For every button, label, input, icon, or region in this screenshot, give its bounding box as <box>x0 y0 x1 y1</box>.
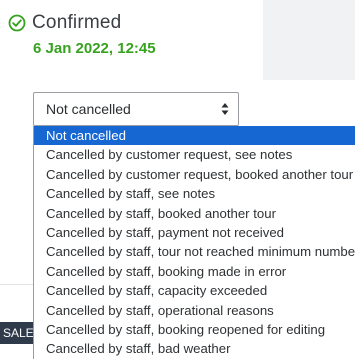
dropdown-option-not-cancelled[interactable]: Not cancelled <box>34 126 355 146</box>
dropdown-option[interactable]: Cancelled by staff, see notes <box>34 184 355 203</box>
dropdown-option[interactable]: Cancelled by customer request, see notes <box>34 145 355 164</box>
dropdown-option[interactable]: Cancelled by staff, booked another tour <box>34 204 355 223</box>
sale-badge: SALE <box>0 322 33 344</box>
dropdown-option[interactable]: Cancelled by staff, booking made in erro… <box>34 262 355 281</box>
status-datetime: 6 Jan 2022, 12:45 <box>33 40 156 57</box>
cancellation-select[interactable]: Not cancelled <box>33 92 239 126</box>
status-label: Confirmed <box>32 12 122 33</box>
dropdown-option[interactable]: Cancelled by customer request, booked an… <box>34 165 355 184</box>
cancellation-dropdown-list: Not cancelled Cancelled by customer requ… <box>33 126 355 359</box>
sort-arrows-icon <box>220 100 230 118</box>
dropdown-option[interactable]: Cancelled by staff, capacity exceeded <box>34 281 355 300</box>
booking-status: Confirmed <box>8 12 121 34</box>
dropdown-option[interactable]: Cancelled by staff, payment not received <box>34 223 355 242</box>
dropdown-option[interactable]: Cancelled by staff, operational reasons <box>34 301 355 320</box>
check-circle-icon <box>8 14 26 32</box>
header-side-panel <box>263 0 355 80</box>
cancellation-select-value: Not cancelled <box>46 101 131 117</box>
dropdown-option[interactable]: Cancelled by staff, tour not reached min… <box>34 242 355 261</box>
dropdown-option[interactable]: Cancelled by staff, booking reopened for… <box>34 320 355 339</box>
dropdown-option[interactable]: Cancelled by staff, bad weather <box>34 339 355 358</box>
section-divider <box>0 284 33 285</box>
